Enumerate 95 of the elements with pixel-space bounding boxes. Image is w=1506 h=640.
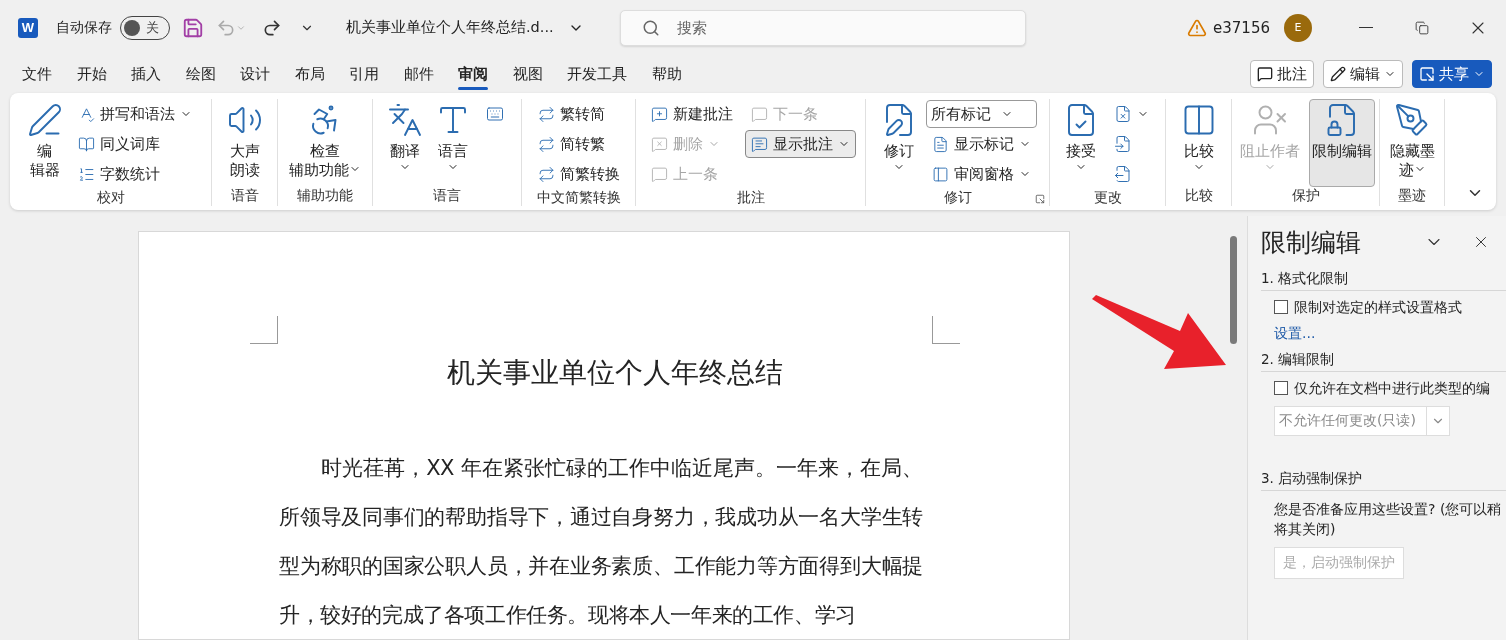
- group-label: 比较: [1183, 187, 1214, 205]
- ribbon-large-button[interactable]: 限制编辑: [1308, 99, 1375, 187]
- scrollbar-thumb[interactable]: [1230, 236, 1237, 344]
- settings-link[interactable]: 设置...: [1274, 325, 1316, 341]
- ribbon-large-button[interactable]: 大声 朗读: [223, 99, 266, 187]
- ribbon-icon: [537, 105, 555, 123]
- ribbon-icon: [77, 135, 95, 153]
- pane-title: 限制编辑: [1261, 226, 1362, 259]
- edit-button[interactable]: 编辑: [1323, 60, 1403, 88]
- menu-tab[interactable]: 引用: [339, 58, 389, 90]
- warning-icon[interactable]: [1187, 17, 1208, 38]
- ribbon-icon: [387, 102, 423, 138]
- description-text: 您是否准备应用这些设置? (您可以稍将其关闭): [1274, 500, 1503, 539]
- menu-tab[interactable]: 布局: [284, 58, 335, 90]
- ribbon-button[interactable]: 审阅窗格: [926, 160, 1037, 188]
- ribbon-icon: [651, 105, 668, 123]
- menu-tab[interactable]: 文件: [12, 58, 62, 90]
- group-label: 校对: [95, 189, 126, 207]
- share-icon: [1419, 66, 1435, 82]
- ribbon-icon: [26, 102, 63, 138]
- ribbon-button[interactable]: 同义词库: [71, 130, 198, 158]
- app-logo: W: [18, 17, 38, 38]
- menu-tab[interactable]: 绘图: [175, 58, 226, 90]
- markup-dropdown[interactable]: 所有标记: [926, 100, 1037, 128]
- pencil-icon: [1330, 66, 1346, 82]
- ribbon-icon: [77, 165, 95, 183]
- comment-button[interactable]: 批注: [1250, 60, 1314, 88]
- group-label: 更改: [1092, 189, 1123, 207]
- ribbon-large-button[interactable]: 修订: [878, 99, 920, 187]
- ribbon-icon: [932, 135, 949, 153]
- checkbox-option[interactable]: 限制对选定的样式设置格式: [1274, 299, 1462, 315]
- save-icon[interactable]: [182, 16, 204, 39]
- ribbon-large-button[interactable]: 编 辑器: [23, 99, 66, 187]
- section-heading: 3. 启动强制保护: [1261, 470, 1506, 491]
- ribbon-icon: [1114, 165, 1132, 183]
- group-label: 保护: [1290, 187, 1321, 205]
- body-paragraph: 时光荏苒，XX 年在紧张忙碌的工作中临近尾声。一年来，在局、所领导及同事们的帮助指导下，通过自身努力，我成功从一名大学生转型为称职的国家公职人员，并在业务素质、工作能力等方面得到大幅提升，较好的完成了各项工作任务。现将本人一年来的工作、学习: [279, 455, 923, 629]
- menu-tab[interactable]: 邮件: [393, 58, 444, 90]
- menu-tab[interactable]: 插入: [121, 58, 171, 90]
- ribbon-icon: [1394, 102, 1430, 138]
- ribbon-button[interactable]: 显示标记: [926, 130, 1037, 158]
- search-field[interactable]: 搜索: [619, 9, 1026, 46]
- group-label: 修订: [942, 189, 973, 207]
- group-label: 墨迹: [1397, 187, 1427, 205]
- ribbon-icon: [537, 165, 555, 183]
- ribbon-button[interactable]: 繁转简: [531, 100, 626, 128]
- group-label: 语音: [229, 187, 260, 205]
- ribbon-icon: [651, 135, 668, 153]
- ribbon-button[interactable]: 简繁转换: [531, 160, 626, 188]
- ribbon-icon: [751, 105, 768, 123]
- ribbon-icon: [932, 165, 949, 183]
- menu-tab[interactable]: 开发工具: [557, 58, 637, 90]
- ribbon-icon: [1114, 105, 1132, 123]
- ribbon-icon: [1114, 135, 1132, 153]
- menu-tab[interactable]: 视图: [502, 58, 553, 90]
- autosave-label: 自动保存: [56, 18, 112, 37]
- margin-corner-mark: [932, 316, 960, 344]
- section-heading: 2. 编辑限制: [1261, 351, 1506, 372]
- ribbon-button[interactable]: 字数统计: [71, 160, 198, 188]
- comment-icon: [1257, 66, 1273, 82]
- menu-tab[interactable]: 审阅: [448, 58, 498, 90]
- group-label: 中文简繁转换: [535, 189, 622, 207]
- margin-corner-mark: [250, 316, 278, 344]
- minimize-icon: [1359, 26, 1373, 29]
- menu-tab[interactable]: 帮助: [641, 58, 692, 90]
- ribbon-button[interactable]: 显示批注: [745, 130, 856, 158]
- section-heading: 1. 格式化限制: [1261, 270, 1506, 291]
- restore-icon: [1415, 20, 1429, 35]
- group-label: 语言: [432, 187, 462, 205]
- share-button[interactable]: 共享: [1412, 60, 1492, 88]
- redo-icon[interactable]: [262, 17, 282, 38]
- group-label: 辅助功能: [296, 187, 354, 205]
- ribbon-icon: [651, 165, 668, 183]
- ribbon-large-button[interactable]: 接受: [1060, 99, 1102, 187]
- user-avatar[interactable]: E: [1284, 13, 1312, 42]
- ribbon-large-button[interactable]: 隐藏墨 迹: [1386, 99, 1438, 187]
- ribbon-button[interactable]: 新建批注: [645, 100, 739, 128]
- ribbon-large-button[interactable]: 比较: [1177, 99, 1220, 187]
- search-icon: [641, 18, 660, 37]
- menu-tab[interactable]: 开始: [66, 58, 117, 90]
- group-label: 批注: [735, 189, 766, 207]
- ribbon-icon: [751, 135, 768, 153]
- ribbon-button[interactable]: 拼写和语法: [71, 100, 198, 128]
- ribbon-large-button[interactable]: 语言: [432, 99, 474, 187]
- document-heading: 机关事业单位个人年终总结: [445, 355, 784, 391]
- ribbon-button[interactable]: 简转繁: [531, 130, 626, 158]
- ribbon-icon: [537, 135, 555, 153]
- user-name[interactable]: e37156: [1213, 18, 1270, 37]
- menu-tab[interactable]: 设计: [230, 58, 280, 90]
- ribbon-icon: [486, 105, 504, 123]
- checkbox-option[interactable]: 仅允许在文档中进行此类型的编: [1274, 380, 1490, 396]
- document-title[interactable]: 机关事业单位个人年终总结.d...: [346, 18, 584, 37]
- ribbon-large-button[interactable]: 检查 辅助功能: [286, 99, 364, 187]
- ribbon-large-button[interactable]: 翻译: [384, 99, 426, 187]
- dialog-launcher-icon[interactable]: [1035, 194, 1045, 204]
